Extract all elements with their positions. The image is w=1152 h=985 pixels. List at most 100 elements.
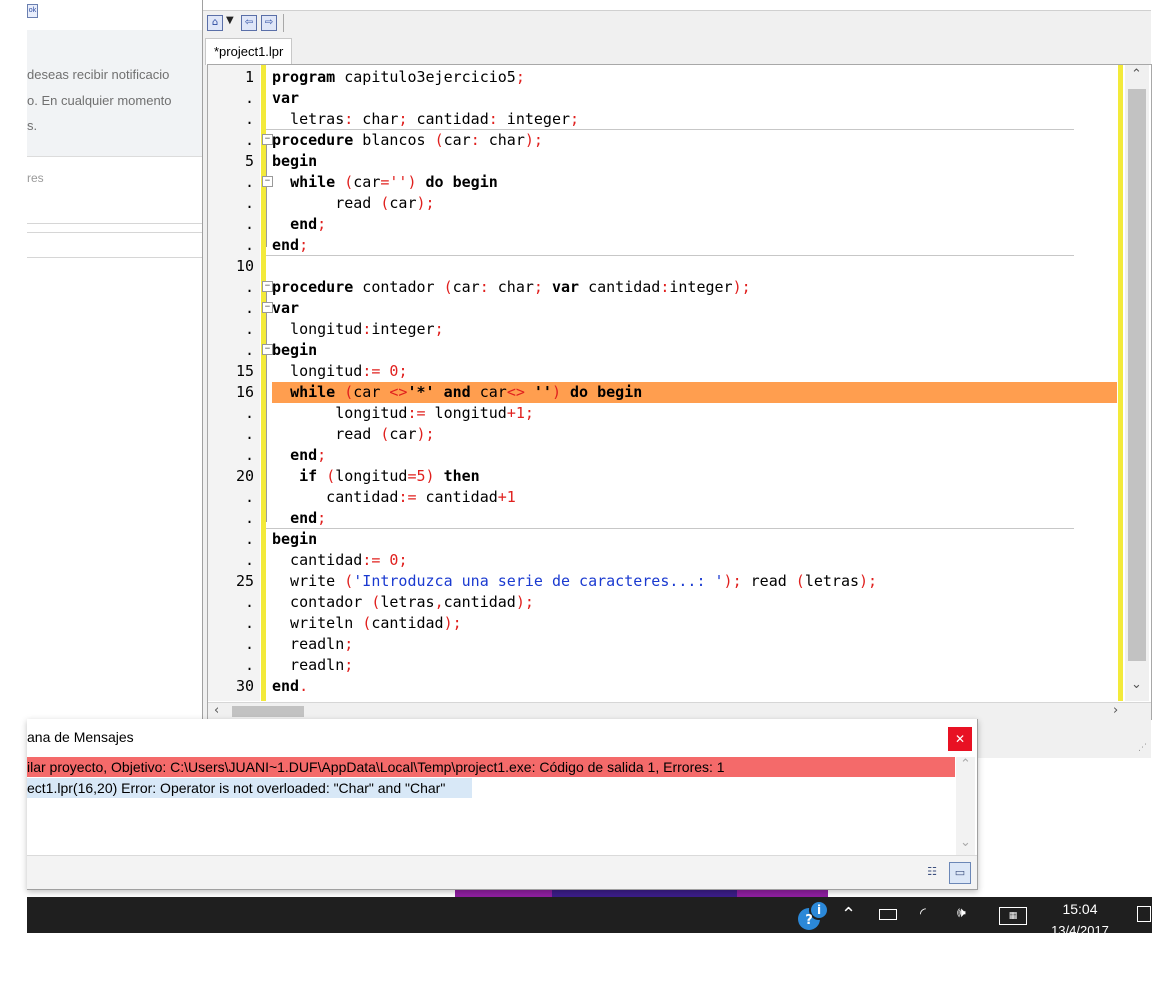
code-line[interactable]: contador (letras,cantidad); — [272, 592, 534, 613]
code-line[interactable]: readln; — [272, 655, 353, 676]
volume-icon[interactable]: 🕪 — [957, 905, 966, 921]
line-number: . — [244, 299, 254, 317]
code-line[interactable]: longitud:= 0; — [272, 361, 407, 382]
jump-forward-icon[interactable]: ⇨ — [261, 15, 277, 31]
code-line[interactable]: end; — [272, 214, 326, 235]
scrollbar-thumb[interactable] — [232, 706, 304, 717]
code-line[interactable]: end; — [272, 235, 308, 256]
jump-back-icon[interactable]: ⇦ — [241, 15, 257, 31]
chevron-up-icon[interactable]: ⌃ — [841, 904, 856, 925]
notification-banner: deseas recibir notificacio o. En cualqui… — [27, 30, 202, 157]
line-number: . — [244, 635, 254, 653]
message-row-error[interactable]: ect1.lpr(16,20) Error: Operator is not o… — [27, 778, 472, 798]
code-line[interactable]: while (car='') do begin — [272, 172, 498, 193]
code-line[interactable]: procedure blancos (car: char); — [272, 130, 543, 151]
code-token: cantidad — [443, 593, 516, 611]
fold-toggle-icon[interactable]: − — [262, 344, 273, 355]
taskbar: i ? ⌃ ◜ 🕪 ▦ 15:04 13/4/2017 — [27, 897, 1152, 938]
fold-toggle-icon[interactable]: − — [262, 176, 273, 187]
code-line[interactable]: read (car); — [272, 193, 434, 214]
code-token: longitud — [425, 404, 507, 422]
code-token: =5 — [407, 467, 426, 485]
code-line[interactable]: var — [272, 88, 299, 109]
code-line[interactable]: readln; — [272, 634, 353, 655]
line-number: . — [244, 236, 254, 254]
keyboard-icon[interactable]: ▦ — [999, 907, 1027, 925]
code-line[interactable]: longitud:integer; — [272, 319, 444, 340]
vertical-scrollbar[interactable]: ⌃ ⌄ — [1125, 65, 1149, 701]
chevron-left-icon[interactable]: ‹ — [214, 703, 219, 718]
code-line[interactable]: letras: char; cantidad: integer; — [272, 109, 579, 130]
fold-toggle-icon[interactable]: − — [262, 302, 273, 313]
code-token: ='' — [380, 173, 408, 191]
code-line[interactable]: end. — [272, 676, 308, 697]
code-line[interactable]: begin — [272, 340, 317, 361]
clock-time[interactable]: 15:04 — [1045, 901, 1115, 917]
fold-toggle-icon[interactable]: − — [262, 134, 273, 145]
svg-text:i: i — [817, 903, 821, 917]
chevron-down-icon[interactable]: ⌄ — [1131, 677, 1142, 692]
wifi-icon[interactable]: ◜ — [920, 904, 926, 922]
home-icon[interactable]: ⌂ — [207, 15, 223, 31]
chevron-right-icon[interactable]: › — [1113, 703, 1118, 718]
resize-grip-icon[interactable]: ⋰ — [1138, 743, 1147, 753]
code-line[interactable]: begin — [272, 529, 317, 550]
code-line[interactable]: end; — [272, 508, 326, 529]
code-token: longitud — [335, 467, 408, 485]
code-editor[interactable]: 1... 5.... 10.... 15 16... 20.... 25.... 30 pro… — [207, 64, 1152, 720]
code-line[interactable]: procedure contador (car: char; var canti… — [272, 277, 751, 298]
list-view-icon[interactable]: ☷ — [922, 862, 942, 882]
code-token: ( — [443, 278, 453, 296]
code-token: ) — [407, 173, 417, 191]
code-line[interactable]: if (longitud=5) then — [272, 466, 480, 487]
code-line[interactable]: read (car); — [272, 424, 434, 445]
code-token: ); — [443, 614, 462, 632]
code-token: ); — [723, 572, 742, 590]
message-row-error-summary[interactable]: ilar proyecto, Objetivo: C:\Users\JUANI~… — [27, 757, 955, 777]
code-line[interactable]: longitud:= longitud+1; — [272, 403, 534, 424]
horizontal-scrollbar[interactable]: ‹ › — [208, 702, 1151, 720]
battery-icon[interactable] — [879, 909, 897, 920]
dropdown-arrow-icon[interactable]: ▼ — [226, 15, 234, 26]
tab-project1[interactable]: *project1.lpr — [205, 38, 293, 65]
code-line[interactable]: begin — [272, 151, 317, 172]
code-token: : — [470, 131, 480, 149]
code-line[interactable]: var — [272, 298, 299, 319]
code-line[interactable]: while (car <>'*' and car<> '') do begin — [272, 382, 642, 403]
line-number: . — [244, 215, 254, 233]
code-line[interactable]: write ('Introduzca una serie de caracter… — [272, 571, 877, 592]
fold-toggle-icon[interactable]: − — [262, 281, 273, 292]
vertical-scrollbar[interactable]: ⌃ ⌄ — [956, 757, 975, 855]
chevron-up-icon[interactable]: ⌃ — [960, 757, 971, 772]
chevron-down-icon[interactable]: ⌄ — [960, 835, 971, 850]
svg-text:?: ? — [805, 913, 813, 928]
notification-icon[interactable] — [1137, 906, 1151, 922]
detail-view-icon[interactable]: ▭ — [949, 862, 971, 884]
close-icon[interactable]: ✕ — [948, 727, 972, 751]
code-token: procedure — [272, 278, 354, 296]
scrollbar-thumb[interactable] — [1128, 89, 1146, 661]
code-token: blancos — [353, 131, 435, 149]
code-token: ( — [434, 131, 444, 149]
line-number: 30 — [235, 677, 254, 695]
code-line[interactable]: cantidad:= cantidad+1 — [272, 487, 516, 508]
code-line[interactable]: writeln (cantidad); — [272, 613, 462, 634]
code-token: char — [479, 131, 525, 149]
chevron-up-icon[interactable]: ⌃ — [1131, 67, 1142, 82]
code-token: ; — [533, 278, 543, 296]
code-token: car — [389, 194, 417, 212]
code-line[interactable]: end; — [272, 445, 326, 466]
code-token: begin — [597, 383, 643, 401]
cortana-help-icon[interactable]: i ? — [797, 899, 829, 931]
message-list[interactable]: ilar proyecto, Objetivo: C:\Users\JUANI~… — [27, 757, 955, 855]
clock-date[interactable]: 13/4/2017 — [1045, 923, 1115, 938]
code-token: end — [290, 446, 318, 464]
code-token: ; — [398, 362, 408, 380]
code-line[interactable]: cantidad:= 0; — [272, 550, 407, 571]
code-line[interactable]: program capitulo3ejercicio5; — [272, 67, 525, 88]
code-token: <> — [389, 383, 408, 401]
line-number: . — [244, 614, 254, 632]
